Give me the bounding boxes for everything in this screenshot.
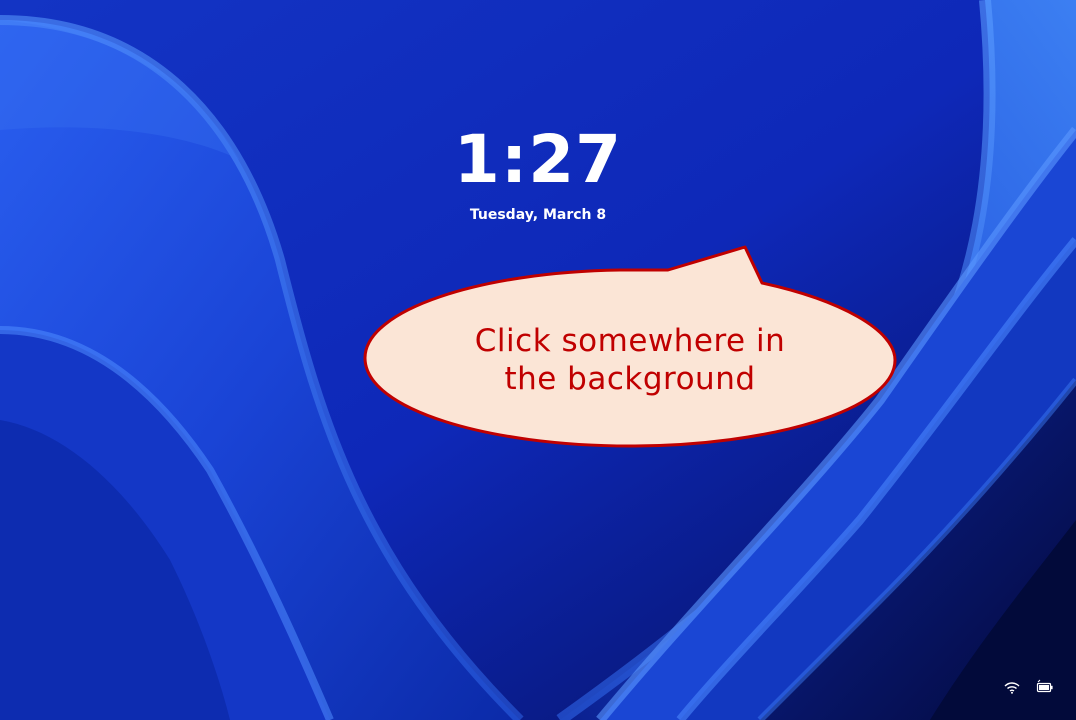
callout-text: Click somewhere in the background <box>410 322 850 398</box>
wifi-icon[interactable] <box>1003 679 1021 695</box>
callout-line-1: Click somewhere in <box>474 323 786 359</box>
battery-icon[interactable] <box>1036 679 1054 695</box>
lock-screen-time: 1:27 <box>453 121 623 198</box>
callout-line-2: the background <box>504 361 756 397</box>
lock-screen-date: Tuesday, March 8 <box>469 207 607 223</box>
lock-screen-background[interactable]: 1:27 Tuesday, March 8 Click somewhere in… <box>0 0 1076 720</box>
